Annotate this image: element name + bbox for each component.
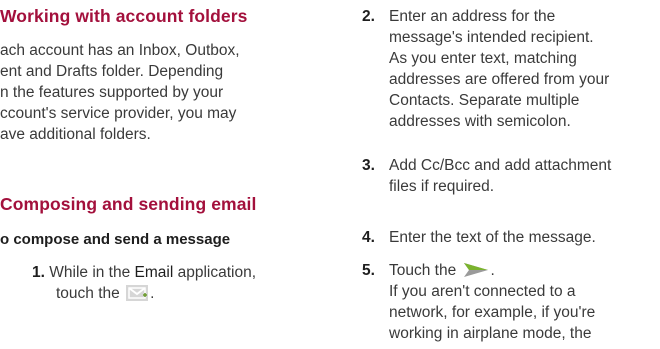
step-text: . [490,262,495,279]
step-text: Touch the [389,262,457,279]
heading-composing-email: Composing and sending email [0,194,257,214]
subheading-compose-send: o compose and send a message [0,231,231,248]
heading-account-folders: Working with account folders [0,6,248,26]
step-text: While in the [49,264,135,281]
step-line: addresses are offered from your [389,71,610,88]
step-line: message's intended recipient. [389,29,594,46]
step-3: 3. Add Cc/Bcc and add attachment files i… [362,155,658,197]
step-1: 1. While in the Email application, touch… [32,262,332,304]
app-name-email: Email [134,264,174,281]
step-5: 5. Touch the . If you aren't connected t… [362,260,658,344]
paragraph-line: n the features supported by your [0,84,224,101]
compose-email-icon [126,285,149,301]
step-line: addresses with semicolon. [389,113,571,130]
step-line: network, for example, if you're [389,304,596,321]
step-line: As you enter text, matching [389,50,577,67]
paragraph-line: ent and Drafts folder. Depending [0,63,224,80]
step-2: 2. Enter an address for the message's in… [362,6,658,132]
step-text: . [150,285,155,302]
step-number: 2. [362,8,375,25]
step-number: 5. [362,262,375,279]
step-number: 4. [362,229,375,246]
paragraph-line: ave additional folders. [0,126,151,143]
step-line: files if required. [389,178,495,195]
step-line: Add Cc/Bcc and add attachment [389,157,612,174]
step-line: Enter an address for the [389,8,556,25]
step-line: Contacts. Separate multiple [389,92,580,109]
step-number: 1. [32,264,45,281]
step-line: If you aren't connected to a [389,283,576,300]
step-text: touch the [56,285,120,302]
paragraph-line: ccount's service provider, you may [0,105,237,122]
step-number: 3. [362,157,375,174]
step-text: application, [173,264,257,281]
step-line: working in airplane mode, the [389,325,592,342]
paragraph-line: ach account has an Inbox, Outbox, [0,42,240,59]
send-arrow-icon [463,262,489,278]
step-line: Enter the text of the message. [389,229,596,246]
account-folders-paragraph: ach account has an Inbox, Outbox, ent an… [0,40,330,145]
step-4: 4. Enter the text of the message. [362,227,658,248]
